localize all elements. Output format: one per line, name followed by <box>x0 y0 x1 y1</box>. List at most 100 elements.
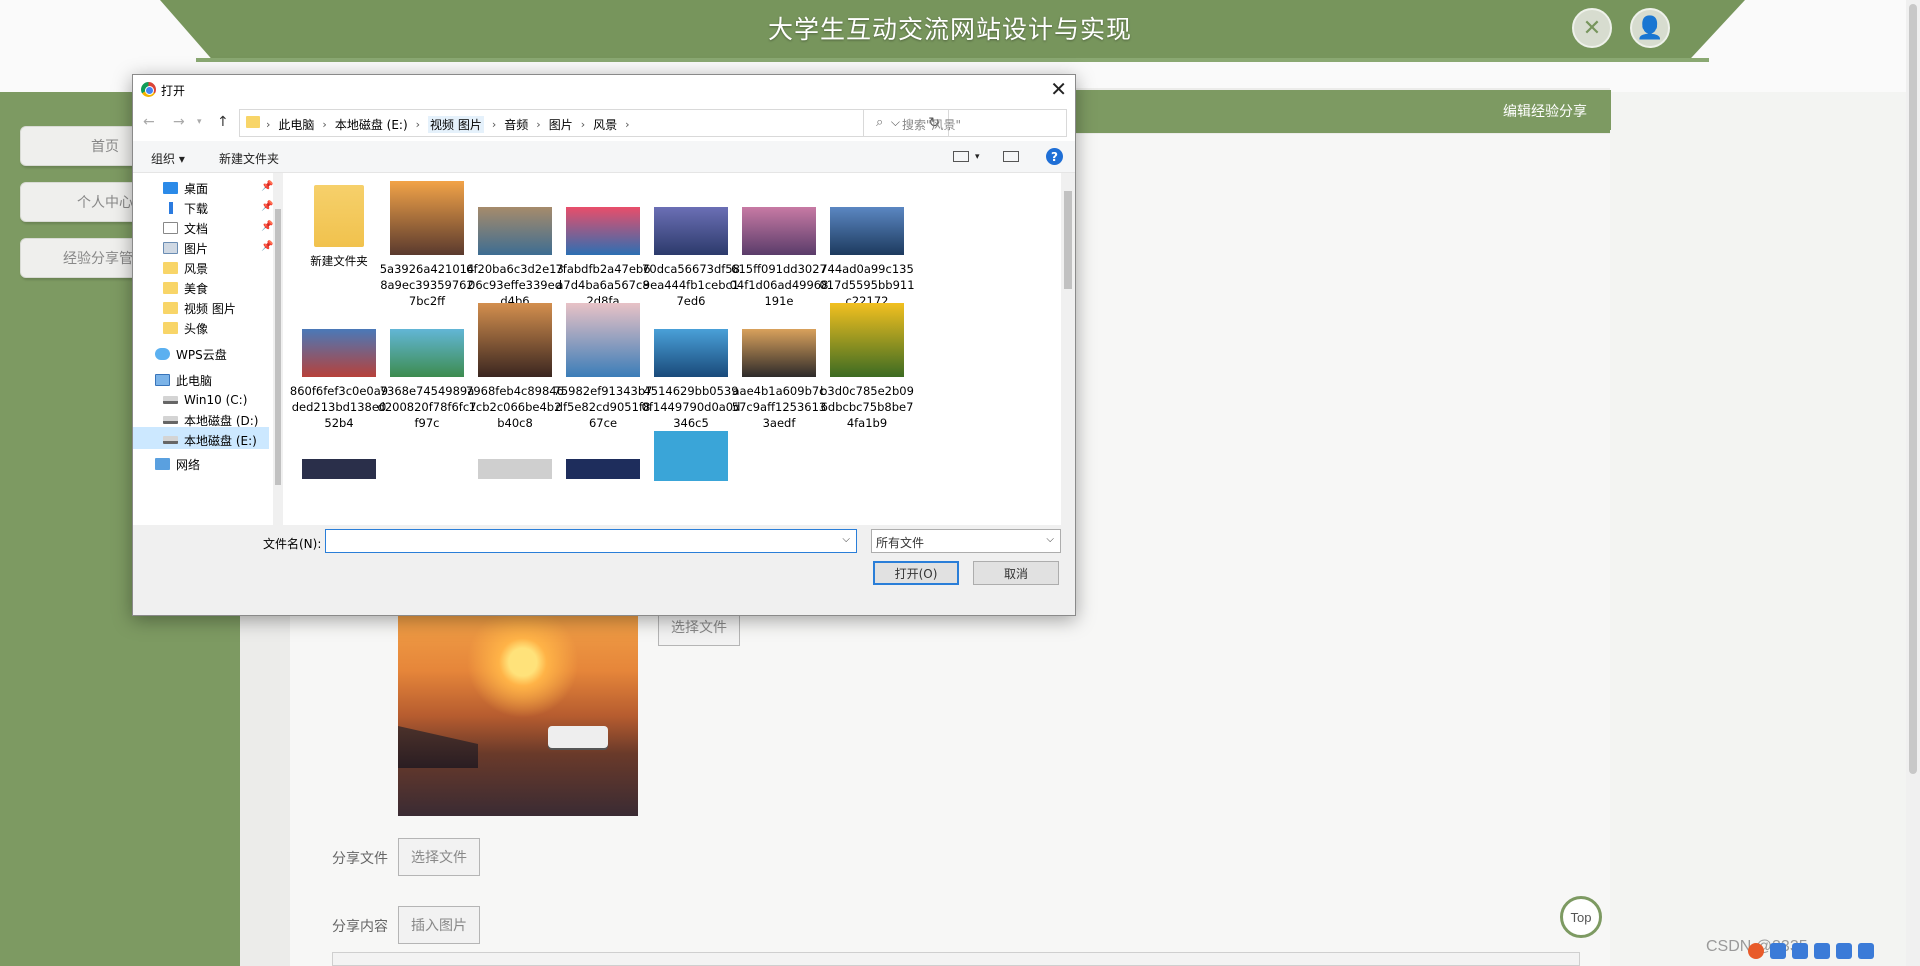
up-arrow-icon[interactable]: ↑ <box>217 114 229 130</box>
breadcrumb-separator-icon[interactable]: › <box>625 118 629 131</box>
download-icon <box>163 202 178 214</box>
dialog-close-button[interactable]: ✕ <box>1050 77 1067 101</box>
file-name: 5a3926a4210148a9ec393597627bc2ff <box>379 262 475 308</box>
back-arrow-icon[interactable]: ← <box>143 114 155 130</box>
choose-share-file-button[interactable]: 选择文件 <box>398 838 480 876</box>
file-item[interactable]: b3d0c785e2b096dbcbc75b8be74fa1b9 <box>817 303 917 431</box>
section-header: 编辑经验分享 <box>1040 90 1611 130</box>
nav-item-label: 网络 <box>176 457 201 472</box>
share-file-label: 分享文件 <box>332 850 388 866</box>
folder-icon <box>163 262 178 274</box>
breadcrumb-item[interactable]: 图片 <box>549 116 573 133</box>
breadcrumb-separator-icon[interactable]: › <box>536 118 540 131</box>
breadcrumb-item[interactable]: 风景 <box>593 116 617 133</box>
file-item[interactable]: 5a3926a4210148a9ec393597627bc2ff <box>377 181 477 309</box>
address-bar[interactable]: › 此电脑 › 本地磁盘 (E:) › 视频 图片 › 音频 › 图片 › 风景 › ⌵ ↻ <box>239 109 949 137</box>
page-scrollbar-thumb[interactable] <box>1909 4 1917 774</box>
page-scrollbar[interactable] <box>1906 0 1920 966</box>
file-name: 新建文件夹 <box>310 254 368 268</box>
editor-toolbar[interactable] <box>332 952 1580 966</box>
view-dropdown-icon[interactable]: ▾ <box>975 152 980 162</box>
image-thumbnail <box>654 207 728 255</box>
image-thumbnail[interactable] <box>566 459 640 479</box>
file-item[interactable]: 7968feb4c898461cb2c066be4b2b40c8 <box>465 303 565 431</box>
folder-item[interactable]: 新建文件夹 <box>289 181 389 269</box>
file-item[interactable]: 6f20ba6c3d2e1306c93effe339edd4b6 <box>465 181 565 309</box>
back-to-top-button[interactable]: Top <box>1560 896 1602 938</box>
nav-item-label: 风景 <box>184 261 209 276</box>
network-icon <box>155 458 170 470</box>
file-item[interactable]: 744ad0a99c135017d5595bb911c22172 <box>817 181 917 309</box>
cover-image-preview <box>398 608 638 816</box>
image-thumbnail <box>830 207 904 255</box>
breadcrumb-item[interactable]: 音频 <box>504 116 528 133</box>
breadcrumb-item[interactable]: 本地磁盘 (E:) <box>335 116 408 133</box>
breadcrumb-separator-icon[interactable]: › <box>416 118 420 131</box>
command-bar: 组织 ▾ 新建文件夹 ▾ ? <box>133 141 1075 173</box>
breadcrumb-item[interactable]: 视频 图片 <box>428 116 484 133</box>
nav-item-label: 美食 <box>184 281 209 296</box>
file-list: 新建文件夹 5a3926a4210148a9ec393597627bc2ff 6f2… <box>285 173 1059 525</box>
nav-item[interactable]: 网络 <box>155 453 285 475</box>
image-thumbnail[interactable] <box>654 431 728 481</box>
file-scrollbar-thumb[interactable] <box>1064 191 1072 289</box>
user-icon[interactable]: 👤 <box>1630 8 1670 48</box>
file-open-dialog: 打开 ✕ ← → ▾ ↑ › 此电脑 › 本地磁盘 (E:) › 视频 图片 › 音频 › 图片 ›… <box>132 74 1076 616</box>
file-item[interactable]: 7368e7454989ad200820f78f6fc7f97c <box>377 303 477 431</box>
image-thumbnail <box>390 181 464 255</box>
nav-item-label: 视频 图片 <box>184 301 236 316</box>
file-item[interactable]: 7fabdfb2a47eb6a7d4ba6a567c82d8fa <box>553 181 653 309</box>
file-name: 7968feb4c898461cb2c066be4b2b40c8 <box>466 384 564 430</box>
nav-item-label: Win10 (C:) <box>184 393 248 407</box>
pin-icon: 📌 <box>261 241 274 252</box>
file-item[interactable]: 860f6fef3c0e0a9ded213bd138e052b4 <box>289 303 389 431</box>
file-item[interactable]: 70dca56673df589ea444fb1cebc17ed6 <box>641 181 741 309</box>
file-name: 7fabdfb2a47eb6a7d4ba6a567c82d8fa <box>555 262 651 308</box>
breadcrumb-separator-icon[interactable]: › <box>322 118 326 131</box>
preview-pane-icon[interactable] <box>1003 151 1019 162</box>
view-mode-icon[interactable] <box>953 151 969 162</box>
file-item[interactable]: 4514629bb05390f1449790d0a0d346c5 <box>641 303 741 431</box>
desktop-icon <box>163 182 178 194</box>
filetype-select[interactable]: 所有文件 ⌵ <box>871 529 1061 553</box>
recent-dropdown-icon[interactable]: ▾ <box>197 117 202 127</box>
file-scrollbar[interactable] <box>1061 173 1075 525</box>
pin-icon: 📌 <box>261 201 274 212</box>
nav-scrollbar-thumb[interactable] <box>275 209 281 485</box>
file-name: 860f6fef3c0e0a9ded213bd138e052b4 <box>289 384 389 430</box>
filename-input[interactable]: ⌵ <box>325 529 857 553</box>
organize-button[interactable]: 组织 ▾ <box>151 150 185 167</box>
nav-item[interactable]: 此电脑 <box>155 369 285 391</box>
breadcrumb-item[interactable]: 此电脑 <box>278 116 314 133</box>
close-icon[interactable]: ✕ <box>1572 8 1612 48</box>
nav-item[interactable]: WPS云盘 <box>155 343 285 365</box>
filetype-dropdown-icon[interactable]: ⌵ <box>1046 534 1054 545</box>
file-item[interactable]: aae4b1a609b7c57c9aff12536133aedf <box>729 303 829 431</box>
forward-arrow-icon[interactable]: → <box>173 114 185 130</box>
image-thumbnail[interactable] <box>302 459 376 479</box>
insert-image-button[interactable]: 插入图片 <box>398 906 480 944</box>
nav-scrollbar[interactable] <box>273 173 283 525</box>
file-name: b3d0c785e2b096dbcbc75b8be74fa1b9 <box>820 384 914 430</box>
image-thumbnail <box>830 303 904 377</box>
search-input[interactable]: ⌕ 搜索"风景" <box>863 109 1067 137</box>
filename-dropdown-icon[interactable]: ⌵ <box>842 534 850 545</box>
new-folder-button[interactable]: 新建文件夹 <box>219 150 279 167</box>
breadcrumb-separator-icon[interactable]: › <box>581 118 585 131</box>
file-item[interactable]: 615ff091dd302704f1d06ad49968191e <box>729 181 829 309</box>
help-icon[interactable]: ? <box>1046 148 1063 165</box>
image-thumbnail <box>302 329 376 377</box>
file-name: 744ad0a99c135017d5595bb911c22172 <box>819 262 915 308</box>
nav-item-label: 桌面 <box>184 181 209 196</box>
breadcrumb-separator-icon[interactable]: › <box>266 118 270 131</box>
preview-boat <box>548 726 608 748</box>
drive-icon <box>163 436 178 444</box>
nav-item-label: 下载 <box>184 201 209 216</box>
breadcrumb-separator-icon[interactable]: › <box>492 118 496 131</box>
image-thumbnail <box>566 303 640 377</box>
image-thumbnail[interactable] <box>478 459 552 479</box>
nav-item-label: 此电脑 <box>176 373 213 388</box>
cancel-button[interactable]: 取消 <box>973 561 1059 585</box>
open-button[interactable]: 打开(O) <box>873 561 959 585</box>
file-item[interactable]: 75982ef91343b7df5e82cd9051f867ce <box>553 303 653 431</box>
